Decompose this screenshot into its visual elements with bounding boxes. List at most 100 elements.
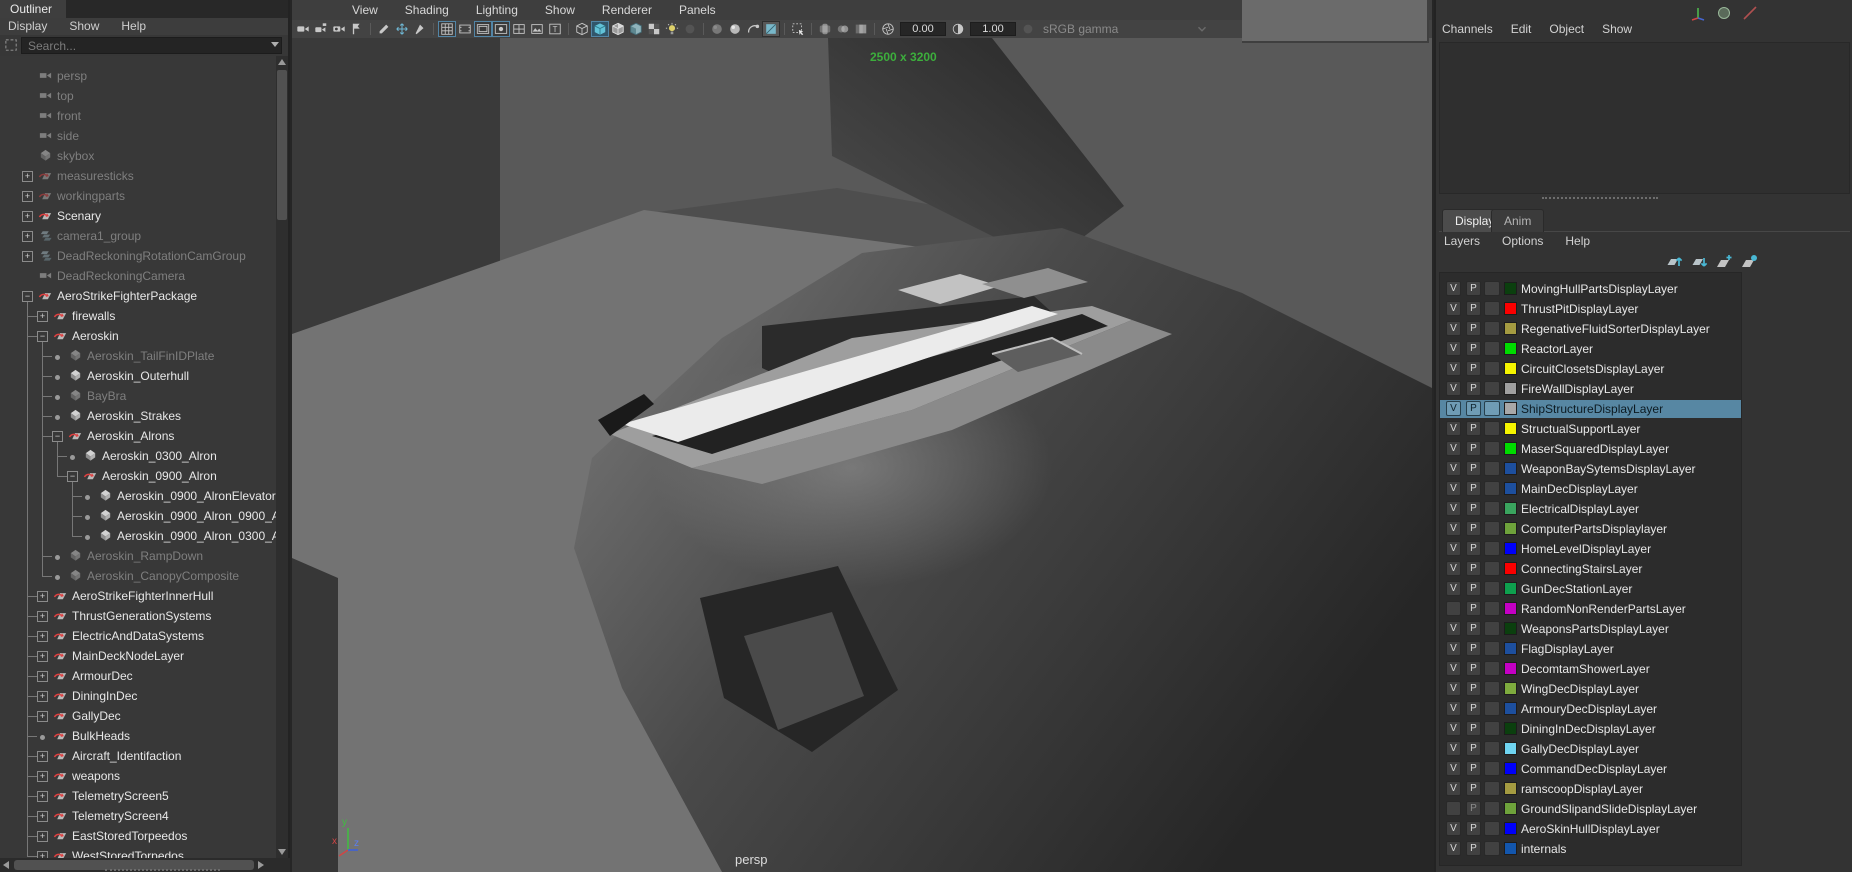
layer-color-swatch[interactable] — [1504, 662, 1517, 675]
layer-menu-help[interactable]: Help — [1565, 234, 1590, 248]
scroll-right-icon[interactable] — [258, 861, 264, 869]
layer-visibility-toggle[interactable]: V — [1446, 301, 1461, 316]
layer-playback-toggle[interactable]: P — [1466, 501, 1481, 516]
layer-display-mode-toggle[interactable] — [1484, 321, 1500, 336]
layer-playback-toggle[interactable]: P — [1466, 381, 1481, 396]
layer-color-swatch[interactable] — [1504, 702, 1517, 715]
outliner-item[interactable]: +workingparts — [0, 186, 276, 206]
image-plane-icon[interactable] — [528, 21, 546, 37]
expand-toggle-icon[interactable]: + — [22, 231, 33, 242]
outliner-item[interactable]: +TelemetryScreen4 — [0, 806, 276, 826]
layer-visibility-toggle[interactable]: V — [1446, 621, 1461, 636]
layer-playback-toggle[interactable]: P — [1466, 801, 1481, 816]
layer-row[interactable]: VPMovingHullPartsDisplayLayer — [1440, 280, 1741, 298]
expand-toggle-icon[interactable]: + — [22, 251, 33, 262]
layer-row[interactable]: VPElectricalDisplayLayer — [1440, 500, 1741, 518]
layer-row[interactable]: VPConnectingStairsLayer — [1440, 560, 1741, 578]
outliner-item[interactable]: Aeroskin_TailFinIDPlate — [0, 346, 276, 366]
outliner-item[interactable]: DeadReckoningCamera — [0, 266, 276, 286]
layer-display-mode-toggle[interactable] — [1484, 701, 1500, 716]
outliner-item[interactable]: −Aeroskin — [0, 326, 276, 346]
layer-color-swatch[interactable] — [1504, 602, 1517, 615]
layer-row[interactable]: VPWeaponsPartsDisplayLayer — [1440, 620, 1741, 638]
outliner-item[interactable]: top — [0, 86, 276, 106]
layer-visibility-toggle[interactable]: V — [1446, 481, 1461, 496]
expand-toggle-icon[interactable]: + — [22, 171, 33, 182]
layer-playback-toggle[interactable]: P — [1466, 641, 1481, 656]
ambient-occlusion-icon[interactable] — [726, 21, 744, 37]
expand-toggle-icon[interactable]: + — [37, 811, 48, 822]
outliner-item[interactable]: +camera1_group — [0, 226, 276, 246]
layer-row[interactable]: VPDiningInDecDisplayLayer — [1440, 720, 1741, 738]
xray-joints-icon[interactable] — [834, 21, 852, 37]
layer-playback-toggle[interactable]: P — [1466, 401, 1481, 416]
layer-visibility-toggle[interactable]: V — [1446, 581, 1461, 596]
outliner-item[interactable]: Aeroskin_Strakes — [0, 406, 276, 426]
contrast-icon[interactable] — [949, 21, 967, 37]
layer-display-mode-toggle[interactable] — [1484, 741, 1500, 756]
layer-playback-toggle[interactable]: P — [1466, 681, 1481, 696]
layer-playback-toggle[interactable]: P — [1466, 441, 1481, 456]
camera-attributes-icon[interactable] — [330, 21, 348, 37]
layer-visibility-toggle[interactable]: V — [1446, 641, 1461, 656]
layer-color-swatch[interactable] — [1504, 482, 1517, 495]
layer-row[interactable]: VPMainDecDisplayLayer — [1440, 480, 1741, 498]
layer-color-swatch[interactable] — [1504, 522, 1517, 535]
bookmark-icon[interactable] — [348, 21, 366, 37]
layer-visibility-toggle[interactable] — [1446, 801, 1461, 816]
layer-display-mode-toggle[interactable] — [1484, 581, 1500, 596]
layer-color-swatch[interactable] — [1504, 642, 1517, 655]
layer-row[interactable]: VPHomeLevelDisplayLayer — [1440, 540, 1741, 558]
layer-visibility-toggle[interactable]: V — [1446, 541, 1461, 556]
layer-visibility-toggle[interactable]: V — [1446, 321, 1461, 336]
layer-color-swatch[interactable] — [1504, 442, 1517, 455]
expand-toggle-icon[interactable]: + — [37, 831, 48, 842]
expand-toggle-icon[interactable]: − — [37, 331, 48, 342]
layer-display-mode-toggle[interactable] — [1484, 781, 1500, 796]
layer-display-mode-toggle[interactable] — [1484, 661, 1500, 676]
disabled-toggle-icon[interactable] — [681, 21, 699, 37]
layer-visibility-toggle[interactable]: V — [1446, 701, 1461, 716]
expand-toggle-icon[interactable]: + — [37, 691, 48, 702]
outliner-item[interactable]: Aeroskin_0900_Alron_0900_AlronClaw — [0, 506, 276, 526]
viewport-menu-shading[interactable]: Shading — [405, 3, 449, 20]
field-chart-icon[interactable] — [510, 21, 528, 37]
layer-row[interactable]: VPDecomtamShowerLayer — [1440, 660, 1741, 678]
layer-move-down-icon[interactable] — [1691, 254, 1709, 270]
outliner-item[interactable]: Aeroskin_RampDown — [0, 546, 276, 566]
layer-row[interactable]: VPinternals — [1440, 840, 1741, 858]
layer-color-swatch[interactable] — [1504, 542, 1517, 555]
viewport-canvas[interactable]: 2500 x 3200 y x z persp — [292, 38, 1432, 872]
resolution-gate-icon[interactable] — [474, 21, 492, 37]
layer-color-swatch[interactable] — [1504, 722, 1517, 735]
outliner-item[interactable]: +AeroStrikeFighterInnerHull — [0, 586, 276, 606]
layer-playback-toggle[interactable]: P — [1466, 581, 1481, 596]
outliner-item[interactable]: front — [0, 106, 276, 126]
outliner-menu-help[interactable]: Help — [121, 19, 146, 35]
layer-playback-toggle[interactable]: P — [1466, 461, 1481, 476]
ship-model[interactable] — [292, 38, 1432, 872]
layer-playback-toggle[interactable]: P — [1466, 341, 1481, 356]
layer-color-swatch[interactable] — [1504, 362, 1517, 375]
layer-display-mode-toggle[interactable] — [1484, 721, 1500, 736]
layer-visibility-toggle[interactable]: V — [1446, 721, 1461, 736]
isolate-select-icon[interactable] — [789, 21, 807, 37]
layer-row[interactable]: VPCommandDecDisplayLayer — [1440, 760, 1741, 778]
layer-display-mode-toggle[interactable] — [1484, 461, 1500, 476]
outliner-item[interactable]: +MainDeckNodeLayer — [0, 646, 276, 666]
layer-playback-toggle[interactable]: P — [1466, 281, 1481, 296]
layer-color-swatch[interactable] — [1504, 462, 1517, 475]
layer-visibility-toggle[interactable] — [1446, 601, 1461, 616]
manipulator-toggle-icon[interactable] — [393, 21, 411, 37]
view-transform-chevron-icon[interactable] — [1193, 21, 1211, 37]
textured-icon[interactable] — [627, 21, 645, 37]
layer-color-swatch[interactable] — [1504, 802, 1517, 815]
outliner-item[interactable]: side — [0, 126, 276, 146]
layer-row[interactable]: VPShipStructureDisplayLayer — [1440, 400, 1741, 418]
outliner-item[interactable]: +DeadReckoningRotationCamGroup — [0, 246, 276, 266]
outliner-item[interactable]: −Aeroskin_0900_Alron — [0, 466, 276, 486]
expand-toggle-icon[interactable]: + — [22, 191, 33, 202]
filter-icon[interactable] — [4, 38, 19, 53]
outliner-item[interactable]: +DiningInDec — [0, 686, 276, 706]
expand-toggle-icon[interactable]: + — [37, 651, 48, 662]
